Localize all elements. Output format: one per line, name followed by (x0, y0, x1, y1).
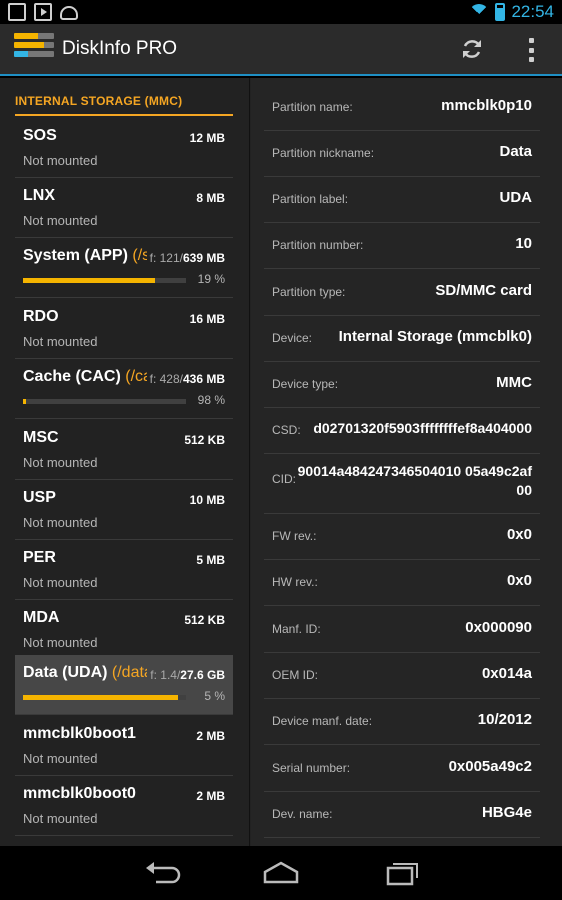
partition-status: Not mounted (23, 334, 98, 349)
partition-size: 512 KB (184, 613, 225, 627)
partition-name: MDA (23, 609, 60, 626)
partition-item-system[interactable]: System (APP) (/s... f: 121/639 MB 19 % (15, 238, 233, 298)
partition-list: INTERNAL STORAGE (MMC) SOS 12 MB Not mou… (0, 78, 248, 846)
overflow-menu-icon[interactable] (527, 38, 535, 62)
android-icon (60, 6, 78, 20)
partition-status: Not mounted (23, 575, 98, 590)
partition-name: USP (23, 489, 56, 506)
detail-row: Serial number: 0x005a49c2 (264, 746, 540, 792)
detail-row: Device: Internal Storage (mmcblk0) (264, 316, 540, 362)
picture-icon (8, 3, 26, 21)
navigation-bar (0, 846, 562, 900)
partition-name: RDO (23, 308, 59, 325)
partition-size: f: 121/639 MB (149, 251, 225, 265)
back-icon[interactable] (142, 860, 182, 886)
partition-status: Not mounted (23, 153, 98, 168)
battery-icon (495, 3, 506, 21)
partition-name: PER (23, 549, 56, 566)
partition-name: Data (UDA) (/data) (23, 664, 147, 681)
detail-row: Partition label: UDA (264, 177, 540, 223)
usage-percent: 19 % (197, 272, 225, 286)
detail-row: Manf. ID: 0x000090 (264, 607, 540, 653)
partition-size: 12 MB (189, 131, 225, 145)
play-store-icon (34, 3, 52, 21)
partition-size: 2 MB (196, 789, 225, 803)
partition-status: Not mounted (23, 213, 98, 228)
detail-row: Partition nickname: Data (264, 131, 540, 177)
usage-percent: 5 % (204, 689, 225, 703)
usage-progress-bar (23, 278, 186, 283)
detail-row: Device type: MMC (264, 362, 540, 408)
section-header: INTERNAL STORAGE (MMC) (15, 94, 233, 116)
detail-row: Partition type: SD/MMC card (264, 270, 540, 316)
detail-row: CSD: d02701320f5903ffffffffef8a404000 (264, 408, 540, 454)
partition-size: 8 MB (196, 191, 225, 205)
partition-status: Not mounted (23, 635, 98, 650)
recent-apps-icon[interactable] (382, 860, 422, 886)
detail-row: Partition number: 10 (264, 223, 540, 269)
partition-item-mmcblk0boot0[interactable]: mmcblk0boot0 2 MB Not mounted (15, 776, 233, 836)
partition-name: Cache (CAC) (/cac... (23, 368, 147, 385)
wifi-icon (469, 4, 490, 20)
refresh-icon[interactable] (460, 37, 484, 61)
content-area: INTERNAL STORAGE (MMC) SOS 12 MB Not mou… (0, 78, 562, 846)
partition-item-usp[interactable]: USP 10 MB Not mounted (15, 480, 233, 540)
partition-size: 2 MB (196, 729, 225, 743)
detail-row: HW rev.: 0x0 (264, 560, 540, 606)
partition-item-sos[interactable]: SOS 12 MB Not mounted (15, 118, 233, 178)
usage-progress-bar (23, 399, 186, 404)
status-clock: 22:54 (511, 2, 554, 21)
detail-row: OEM ID: 0x014a (264, 653, 540, 699)
partition-status: Not mounted (23, 811, 98, 826)
partition-status: Not mounted (23, 751, 98, 766)
partition-size: 10 MB (189, 493, 225, 507)
partition-status: Not mounted (23, 455, 98, 470)
detail-row: FW rev.: 0x0 (264, 514, 540, 560)
partition-status: Not mounted (23, 515, 98, 530)
usage-percent: 98 % (197, 393, 225, 407)
partition-name: mmcblk0boot0 (23, 785, 136, 802)
partition-item-rdo[interactable]: RDO 16 MB Not mounted (15, 299, 233, 359)
partition-name: System (APP) (/s... (23, 247, 147, 264)
detail-row: CID: 90014a484247346504010 05a49c2af00 (264, 454, 540, 514)
detail-row: Dev. name: HBG4e (264, 792, 540, 838)
usage-progress-bar (23, 695, 186, 700)
partition-name: LNX (23, 187, 55, 204)
partition-item-msc[interactable]: MSC 512 KB Not mounted (15, 420, 233, 480)
partition-name: SOS (23, 127, 57, 144)
partition-item-data[interactable]: Data (UDA) (/data) f: 1.4/27.6 GB 5 % (15, 655, 233, 715)
partition-size: 16 MB (189, 312, 225, 326)
partition-item-cache[interactable]: Cache (CAC) (/cac... f: 428/436 MB 98 % (15, 359, 233, 419)
partition-item-mda[interactable]: MDA 512 KB Not mounted (15, 600, 233, 660)
detail-row: Partition name: mmcblk0p10 (264, 85, 540, 131)
app-title: DiskInfo PRO (62, 38, 178, 59)
partition-item-lnx[interactable]: LNX 8 MB Not mounted (15, 178, 233, 238)
partition-details: Partition name: mmcblk0p10 Partition nick… (251, 78, 562, 846)
pane-divider (249, 78, 250, 846)
partition-name: mmcblk0boot1 (23, 725, 136, 742)
app-logo-icon[interactable] (14, 33, 54, 65)
partition-item-mmcblk0boot1[interactable]: mmcblk0boot1 2 MB Not mounted (15, 716, 233, 776)
partition-size: 512 KB (184, 433, 225, 447)
partition-size: f: 428/436 MB (149, 372, 225, 386)
partition-item-per[interactable]: PER 5 MB Not mounted (15, 540, 233, 600)
detail-row: Device manf. date: 10/2012 (264, 699, 540, 745)
home-icon[interactable] (261, 860, 301, 886)
partition-name: MSC (23, 429, 59, 446)
partition-size: 5 MB (196, 553, 225, 567)
action-bar: DiskInfo PRO (0, 24, 562, 76)
partition-size: f: 1.4/27.6 GB (150, 668, 225, 682)
status-bar: 22:54 (0, 0, 562, 24)
